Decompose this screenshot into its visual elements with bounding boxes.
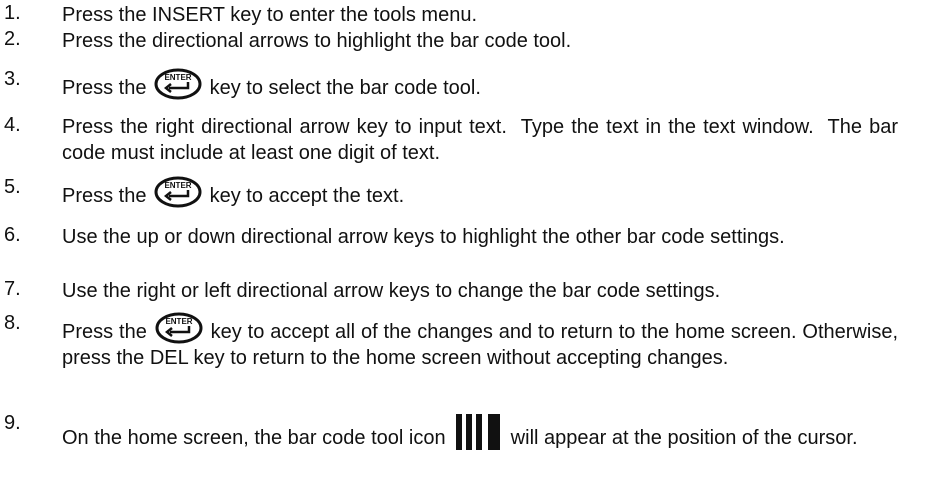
svg-text:ENTER: ENTER — [164, 73, 191, 82]
step-text-before: Press the — [62, 77, 153, 99]
step-number: 9. — [4, 412, 21, 434]
step-number: 4. — [4, 114, 21, 136]
step-number: 8. — [4, 312, 21, 334]
step-number: 7. — [4, 278, 21, 300]
enter-key-icon: ENTER — [154, 176, 202, 208]
step-text: Press the INSERT key to enter the tools … — [62, 4, 478, 26]
step-text: Use the right or left directional arrow … — [62, 280, 721, 302]
step-text: Press the directional arrows to highligh… — [62, 30, 572, 52]
step-number: 6. — [4, 224, 21, 246]
enter-key-icon: ENTER — [154, 68, 202, 100]
step-number: 1. — [4, 2, 21, 24]
step-text-before: Press the — [62, 185, 153, 207]
step-text-after: will appear at the position of the curso… — [505, 427, 858, 449]
step-number: 2. — [4, 28, 21, 50]
step-text: Use the up or down directional arrow key… — [62, 226, 785, 248]
step-text-before: On the home screen, the bar code tool ic… — [62, 427, 452, 449]
step-text-after: key to select the bar code tool. — [204, 77, 481, 99]
enter-key-icon: ENTER — [155, 312, 203, 344]
step-text: Press the right directional arrow key to… — [62, 116, 904, 164]
svg-text:ENTER: ENTER — [164, 181, 191, 190]
svg-text:ENTER: ENTER — [165, 317, 192, 326]
step-number: 3. — [4, 68, 21, 90]
barcode-icon — [456, 414, 501, 450]
step-text-after: key to accept the text. — [204, 185, 405, 207]
step-number: 5. — [4, 176, 21, 198]
step-text-before: Press the — [62, 321, 153, 343]
